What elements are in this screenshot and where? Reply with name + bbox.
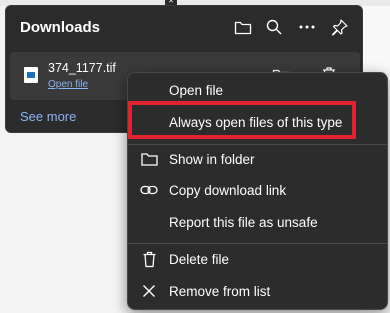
menu-item-label: Remove from list [169,283,271,299]
image-file-icon [24,67,38,83]
more-options-icon[interactable] [295,15,319,39]
pin-icon[interactable] [328,15,352,39]
folder-icon [140,150,158,168]
menu-item-label: Show in folder [169,151,255,167]
see-more-link[interactable]: See more [20,109,76,124]
menu-item-remove-from-list[interactable]: Remove from list [128,276,387,306]
search-icon[interactable] [262,15,286,39]
open-file-link[interactable]: Open file [48,79,88,90]
menu-item-label: Delete file [169,251,230,267]
link-icon [140,181,158,199]
open-downloads-folder-icon[interactable] [231,15,255,39]
menu-item-label: Always open files of this type [169,114,343,130]
file-name: 374_1177.tif [48,61,116,75]
menu-item-always-open-type[interactable]: Always open files of this type [128,107,387,137]
menu-item-label: Open file [169,82,224,98]
menu-item-label: Copy download link [169,182,287,198]
x-icon [140,282,158,300]
downloads-title: Downloads [20,19,101,36]
menu-item-delete-file[interactable]: Delete file [128,244,387,274]
menu-item-copy-link[interactable]: Copy download link [128,175,387,205]
trash-icon [140,250,158,268]
menu-item-show-in-folder[interactable]: Show in folder [128,144,387,174]
context-menu: Open file Always open files of this type… [127,72,388,310]
menu-item-report-unsafe[interactable]: Report this file as unsafe [128,207,387,237]
menu-item-open-file[interactable]: Open file [128,75,387,105]
menu-item-label: Report this file as unsafe [169,214,318,230]
